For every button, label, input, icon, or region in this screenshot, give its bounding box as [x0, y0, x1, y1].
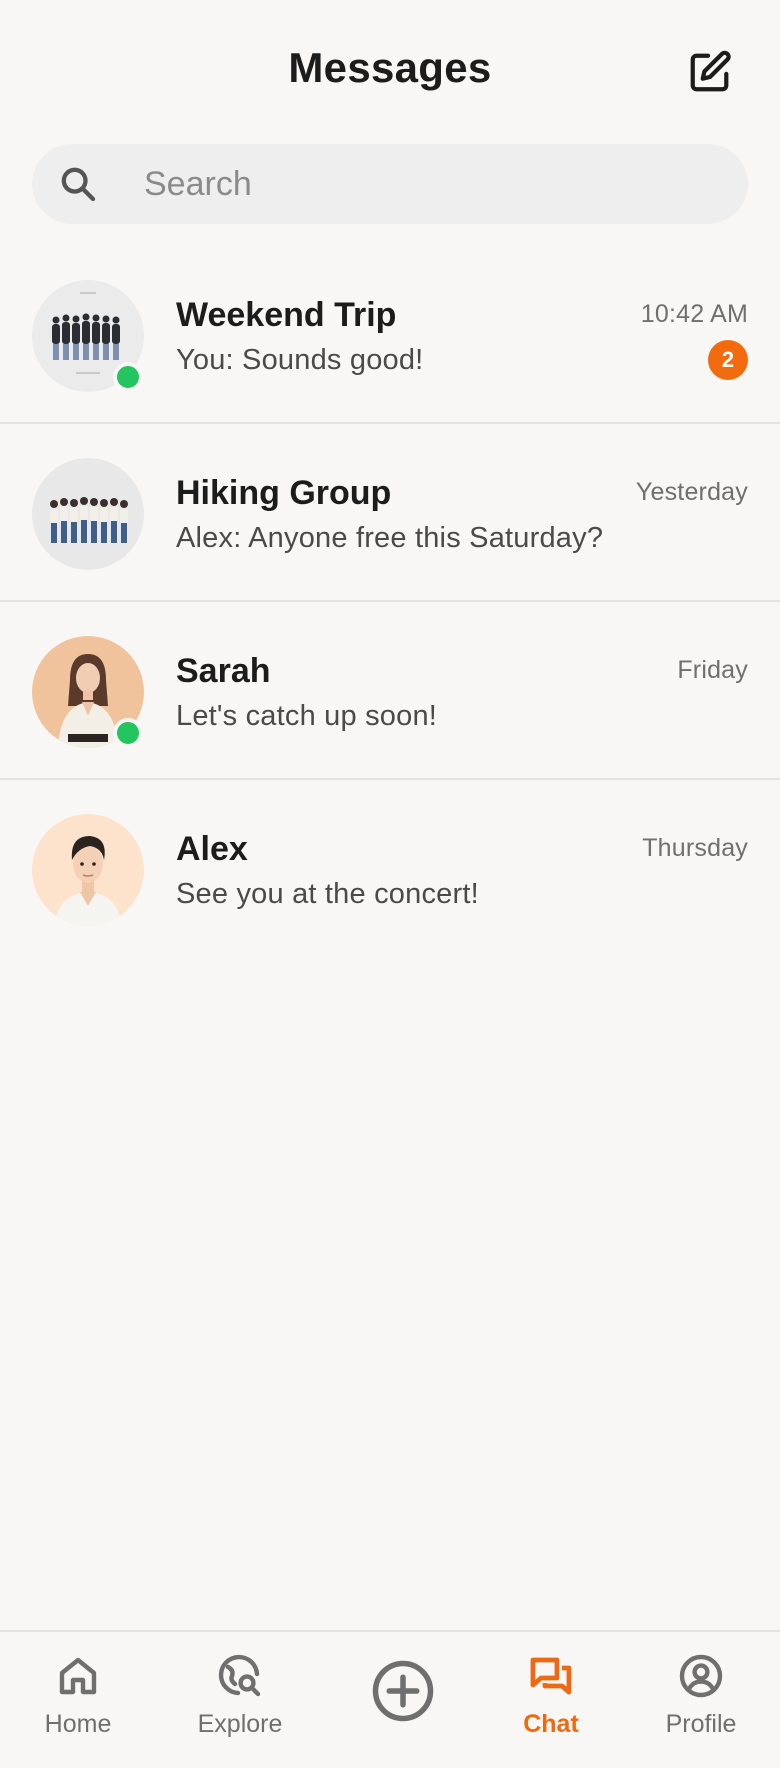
- nav-label: Chat: [523, 1710, 579, 1738]
- nav-label: Explore: [197, 1710, 283, 1738]
- avatar: [32, 814, 144, 926]
- messages-screen: Messages Search Weekend Trip You: Sounds…: [0, 0, 780, 1768]
- nav-profile[interactable]: Profile: [623, 1632, 779, 1768]
- explore-icon: [218, 1654, 261, 1697]
- bottom-nav: Home Explore Chat Profile: [0, 1630, 780, 1768]
- chat-time: Friday: [677, 656, 748, 684]
- chat-name: Weekend Trip: [176, 296, 397, 334]
- chat-preview: You: Sounds good!: [176, 344, 424, 376]
- chat-icon: [530, 1657, 572, 1695]
- chat-row-alex[interactable]: Alex See you at the concert! Thursday: [0, 780, 780, 958]
- unread-badge: 2: [708, 340, 748, 380]
- chat-preview: Alex: Anyone free this Saturday?: [176, 522, 604, 554]
- chat-time: Thursday: [642, 834, 748, 862]
- search-input[interactable]: [112, 144, 732, 224]
- nav-label: Home: [44, 1710, 112, 1738]
- compose-icon: [690, 50, 731, 92]
- chat-preview: See you at the concert!: [176, 878, 479, 910]
- chat-row-hiking-group[interactable]: Hiking Group Alex: Anyone free this Satu…: [0, 424, 780, 602]
- group-photo-icon: [32, 458, 144, 570]
- chat-row-weekend-trip[interactable]: Weekend Trip You: Sounds good! 10:42 AM …: [0, 246, 780, 424]
- chat-row-sarah[interactable]: Sarah Let's catch up soon! Friday: [0, 602, 780, 780]
- home-icon: [59, 1657, 97, 1695]
- nav-home[interactable]: Home: [0, 1632, 156, 1768]
- chat-time: Yesterday: [635, 478, 748, 506]
- chat-preview: Let's catch up soon!: [176, 700, 438, 732]
- compose-button[interactable]: [684, 46, 736, 98]
- add-circle-icon[interactable]: [370, 1658, 436, 1724]
- header: Messages: [0, 0, 780, 246]
- page-title: Messages: [288, 44, 492, 91]
- chat-name: Hiking Group: [176, 474, 392, 512]
- online-indicator: [113, 718, 143, 748]
- nav-explore[interactable]: Explore: [162, 1632, 318, 1768]
- chat-list: Weekend Trip You: Sounds good! 10:42 AM …: [0, 246, 780, 958]
- nav-chat[interactable]: Chat: [473, 1632, 629, 1768]
- chat-time: 10:42 AM: [640, 300, 748, 328]
- chat-name: Alex: [176, 830, 248, 868]
- chat-name: Sarah: [176, 652, 271, 690]
- search-bar[interactable]: [32, 144, 748, 224]
- profile-icon: [679, 1654, 723, 1698]
- online-indicator: [113, 362, 143, 392]
- man-portrait-icon: [32, 814, 144, 926]
- nav-label: Profile: [665, 1710, 737, 1738]
- avatar: [32, 458, 144, 570]
- search-icon: [61, 167, 96, 202]
